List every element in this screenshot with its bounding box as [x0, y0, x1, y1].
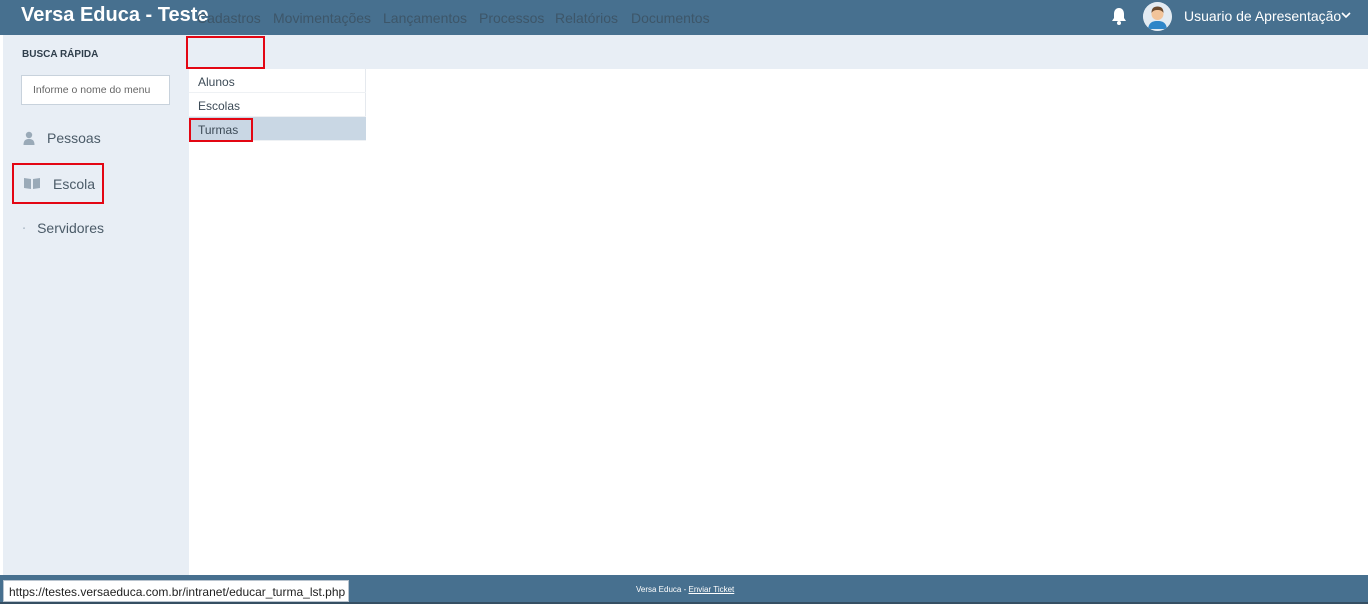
sidebar-item-escola[interactable]: Escola [12, 163, 104, 204]
avatar[interactable] [1143, 2, 1172, 31]
sidebar-item-label: Escola [53, 175, 96, 192]
bell-icon[interactable] [1110, 6, 1128, 26]
sidebar-item-pessoas[interactable]: Pessoas [12, 117, 104, 158]
person-icon [23, 131, 35, 145]
app-title: Versa Educa - Teste [21, 4, 209, 26]
menu-item-movimentacoes[interactable]: Movimentações [273, 10, 371, 26]
menu-bar [189, 35, 1368, 69]
sidebar-item-servidores[interactable]: Servidores [12, 207, 104, 248]
quick-search-input[interactable]: Informe o nome do menu [21, 75, 170, 105]
chevron-down-icon[interactable] [1340, 9, 1352, 21]
menu-item-cadastros[interactable]: Cadastros [197, 10, 261, 26]
send-ticket-link[interactable]: Enviar Ticket [688, 585, 734, 594]
submenu-highlight-box [189, 118, 253, 142]
menu-item-lancamentos[interactable]: Lançamentos [383, 10, 467, 26]
footer-text: Versa Educa - Enviar Ticket [636, 585, 734, 594]
sidebar [0, 35, 189, 575]
menu-item-documentos[interactable]: Documentos [631, 10, 710, 26]
quick-search-label: BUSCA RÁPIDA [22, 49, 99, 60]
book-icon [24, 178, 40, 189]
menu-item-processos[interactable]: Processos [479, 10, 544, 26]
sidebar-item-label: Pessoas [47, 129, 101, 146]
users-icon [23, 226, 26, 229]
browser-status-url: https://testes.versaeduca.com.br/intrane… [3, 580, 349, 602]
footer-brand: Versa Educa - [636, 585, 689, 594]
menu-item-relatorios[interactable]: Relatórios [555, 10, 618, 26]
user-name[interactable]: Usuario de Apresentação [1184, 8, 1341, 24]
sidebar-item-label: Servidores [37, 219, 104, 236]
menu-highlight-box [186, 36, 265, 69]
submenu-item-alunos[interactable]: Alunos [189, 69, 366, 93]
submenu-item-escolas[interactable]: Escolas [189, 93, 366, 117]
